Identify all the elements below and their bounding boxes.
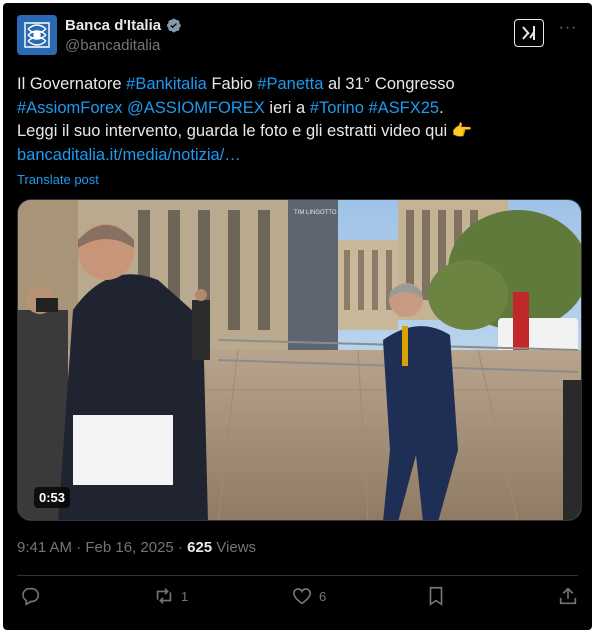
author-names: Banca d'Italia @bancaditalia <box>65 17 182 54</box>
like-button[interactable]: 6 <box>291 585 326 607</box>
translate-post-link[interactable]: Translate post <box>17 172 99 187</box>
repost-icon <box>156 588 172 604</box>
post-card: Banca d'Italia @bancaditalia ··· Il Gove… <box>3 3 592 630</box>
bookmark-button[interactable] <box>425 585 447 607</box>
verified-badge-icon <box>167 18 181 33</box>
text-segment: Fabio <box>206 75 258 93</box>
post-meta: 9:41 AM · Feb 16, 2025 · 625 Views <box>17 539 256 556</box>
hashtag-bankitalia[interactable]: #Bankitalia <box>126 75 207 93</box>
author-display-name-row[interactable]: Banca d'Italia <box>65 17 182 34</box>
grok-icon <box>522 26 535 40</box>
video-duration: 0:53 <box>34 487 71 508</box>
text-segment: al 31° Congresso <box>323 75 455 93</box>
video-player[interactable]: TIM LINGOTTO 0:53 <box>17 199 582 521</box>
text-segment: . <box>439 98 444 117</box>
reply-icon <box>22 587 40 606</box>
text-segment: ieri a <box>264 98 310 117</box>
action-bar: 1 6 <box>17 585 578 613</box>
author-display-name[interactable]: Banca d'Italia <box>65 17 161 34</box>
hashtag-panetta[interactable]: #Panetta <box>257 75 323 93</box>
share-button[interactable] <box>557 585 579 607</box>
like-count: 6 <box>319 588 327 604</box>
more-icon[interactable]: ··· <box>558 20 578 41</box>
post-link[interactable]: bancaditalia.it/media/notizia/… <box>17 144 577 168</box>
video-frame: TIM LINGOTTO <box>18 200 581 520</box>
divider <box>17 575 578 576</box>
bookmark-icon <box>429 586 443 606</box>
reply-button[interactable] <box>19 585 41 607</box>
post-line-2: #AssiomForex @ASSIOMFOREX ieri a #Torino… <box>17 97 577 121</box>
building-sign: TIM LINGOTTO <box>294 210 337 216</box>
hashtag-asfx25[interactable]: #ASFX25 <box>368 99 439 117</box>
repost-count: 1 <box>181 588 189 604</box>
views-count: 625 <box>187 539 213 556</box>
post-timestamp[interactable]: 9:41 AM · Feb 16, 2025 · <box>17 539 187 556</box>
views-label: Views <box>212 539 257 556</box>
like-icon <box>292 588 312 605</box>
hashtag-torino[interactable]: #Torino <box>310 99 364 117</box>
repost-button[interactable]: 1 <box>153 585 188 607</box>
text-segment: Il Governatore <box>17 75 127 93</box>
grok-button[interactable] <box>514 19 544 47</box>
post-text: Il Governatore #Bankitalia Fabio #Panett… <box>17 73 577 167</box>
share-icon <box>559 587 577 605</box>
mention-assiomforex[interactable]: @ASSIOMFOREX <box>127 99 265 117</box>
author-handle[interactable]: @bancaditalia <box>65 37 182 54</box>
avatar[interactable] <box>17 15 57 55</box>
post-header: Banca d'Italia @bancaditalia ··· <box>17 15 578 59</box>
post-line-1: Il Governatore #Bankitalia Fabio #Panett… <box>17 73 577 97</box>
hashtag-assiomforex[interactable]: #AssiomForex <box>17 99 122 117</box>
post-line-3: Leggi il suo intervento, guarda le foto … <box>17 122 473 140</box>
